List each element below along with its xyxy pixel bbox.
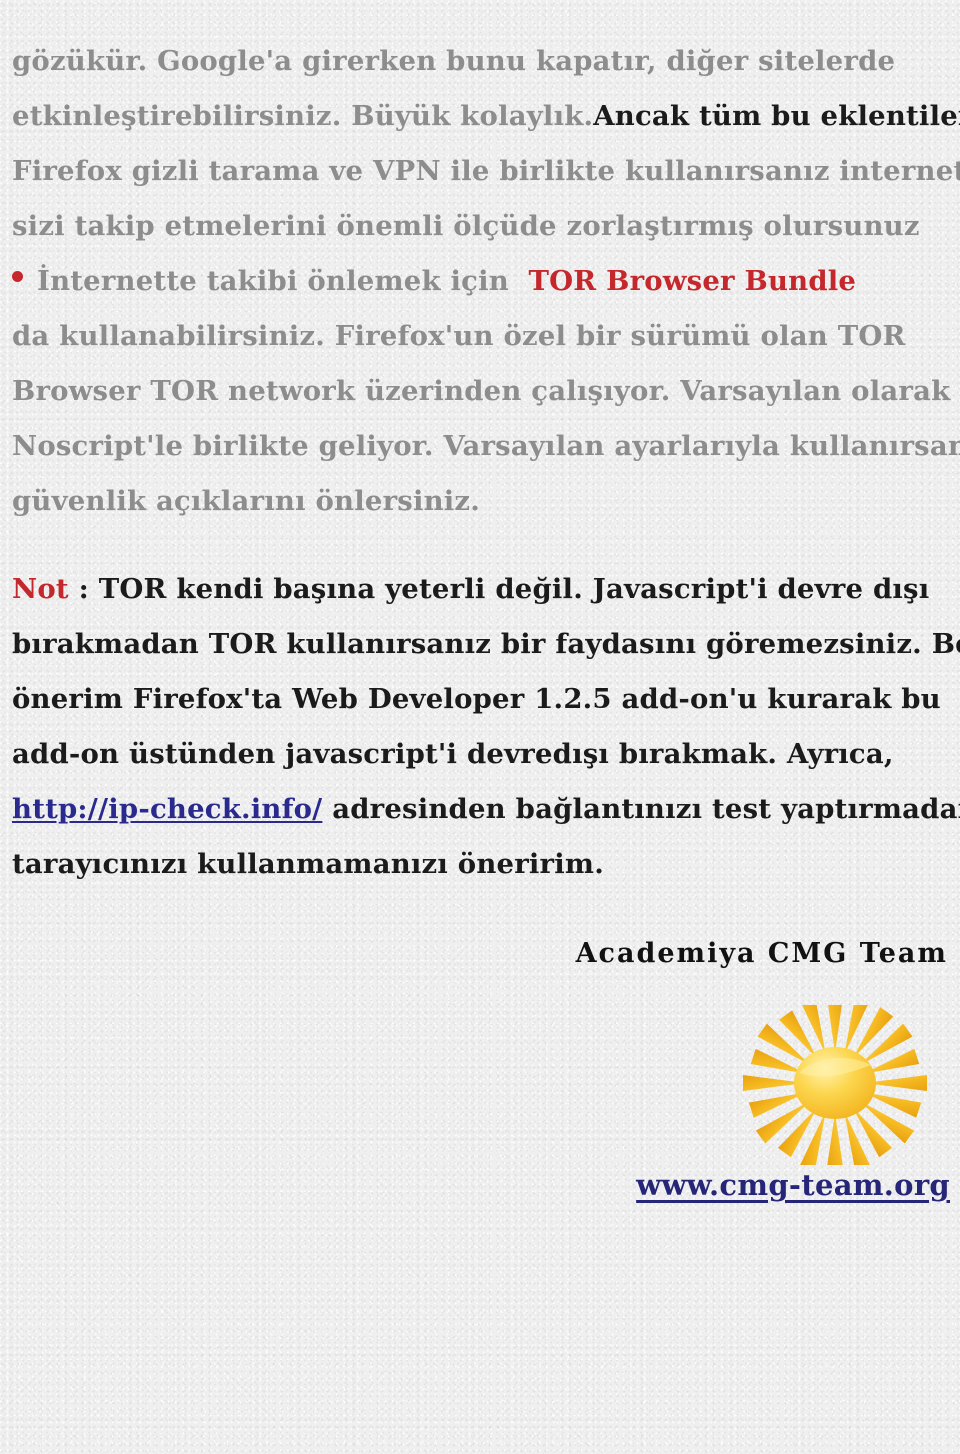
note-line-1: Not : TOR kendi başına yeterli değil. Ja…: [12, 562, 948, 617]
body-line-3: Firefox gizli tarama ve VPN ile birlikte…: [12, 155, 960, 187]
note-line-2: bırakmadan TOR kullanırsanız bir faydası…: [12, 628, 960, 660]
ip-check-link[interactable]: http://ip-check.info/: [12, 793, 322, 825]
body-line-2: etkinleştirebilirsiniz. Büyük kolaylık. …: [12, 89, 960, 144]
bullet-item-highlight: TOR Browser Bundle: [528, 265, 857, 297]
body-line-2-part-b: Ancak tüm bu eklentileri: [593, 100, 960, 132]
note-line-1-text: TOR kendi başına yeterli değil. Javascri…: [98, 573, 930, 605]
body-line-8: Noscript'le birlikte geliyor. Varsayılan…: [12, 430, 960, 462]
bullet-dot-icon: [12, 271, 23, 283]
note-line-5-text: adresinden bağlantınızı test yaptırmadan: [332, 793, 960, 825]
note-line-3: önerim Firefox'ta Web Developer 1.2.5 ad…: [12, 683, 941, 715]
note-line-5: http://ip-check.info/ adresinden bağlant…: [12, 782, 960, 837]
body-line-1: gözükür. Google'a girerken bunu kapatır,…: [12, 45, 896, 77]
body-line-6: da kullanabilirsiniz. Firefox'un özel bi…: [12, 320, 906, 352]
note-label: Not: [12, 573, 69, 605]
body-line-7: Browser TOR network üzerinden çalışıyor.…: [12, 375, 951, 407]
site-url-footer[interactable]: www.cmg-team.org: [0, 1168, 950, 1202]
site-url-text[interactable]: www.cmg-team.org: [636, 1168, 950, 1202]
note-line-4: add-on üstünden javascript'i devredışı b…: [12, 738, 894, 770]
body-paragraph: gözükür. Google'a girerken bunu kapatır,…: [12, 34, 960, 529]
document-page: gözükür. Google'a girerken bunu kapatır,…: [0, 0, 960, 1454]
note-colon: :: [78, 573, 89, 605]
body-line-2-part-a: etkinleştirebilirsiniz. Büyük kolaylık.: [12, 100, 594, 132]
body-line-4: sizi takip etmelerini önemli ölçüde zorl…: [12, 210, 920, 242]
sun-icon: [743, 993, 927, 1172]
note-line-6: tarayıcınızı kullanmamanızı öneririm.: [12, 848, 604, 880]
sun-logo: [735, 993, 935, 1172]
body-line-9: güvenlik açıklarını önlersiniz.: [12, 485, 481, 517]
bullet-list-item: İnternette takibi önlemek için TOR Brows…: [12, 254, 948, 309]
note-paragraph: Not : TOR kendi başına yeterli değil. Ja…: [12, 562, 960, 892]
bullet-item-text: İnternette takibi önlemek için: [37, 265, 509, 297]
signature-text: Academiya CMG Team: [575, 938, 948, 969]
